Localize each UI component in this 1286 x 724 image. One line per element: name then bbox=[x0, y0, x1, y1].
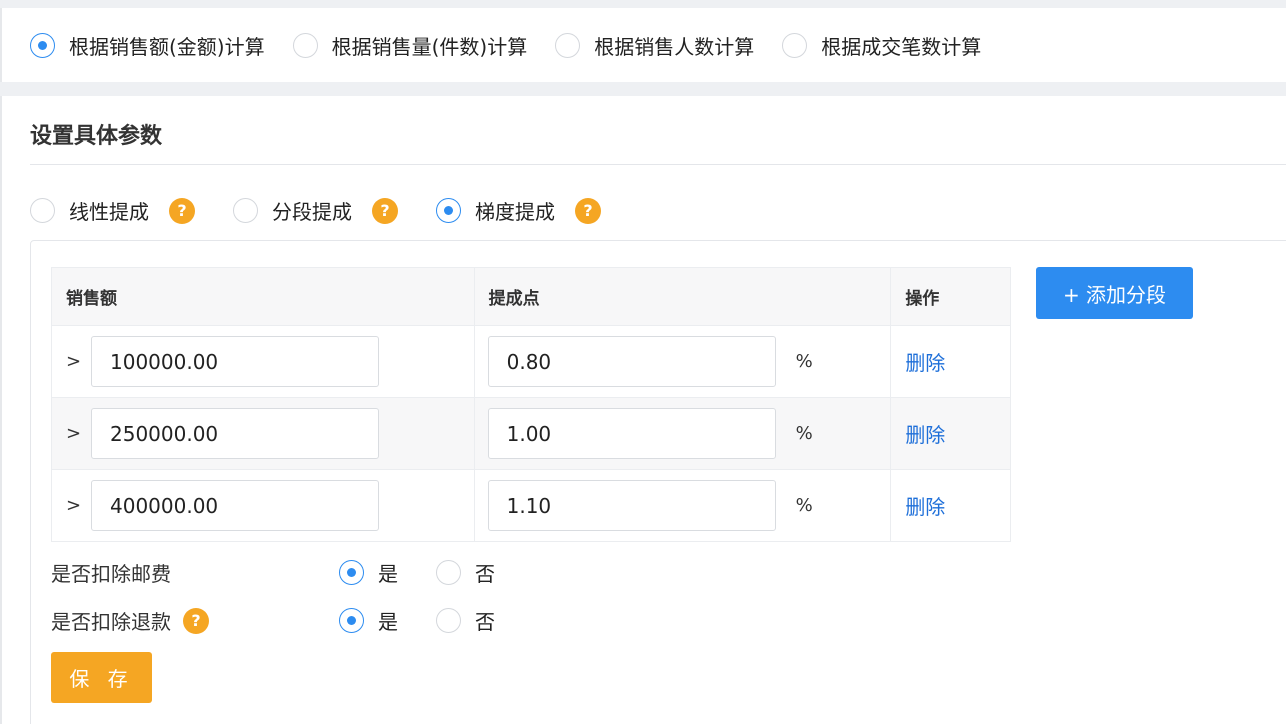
radio-button[interactable] bbox=[782, 32, 808, 58]
column-header-action: 操作 bbox=[890, 267, 1011, 326]
column-header-amount: 销售额 bbox=[51, 267, 475, 326]
help-icon[interactable]: ? bbox=[183, 607, 209, 634]
help-icon[interactable]: ? bbox=[372, 197, 398, 224]
radio-label: 否 bbox=[475, 562, 495, 586]
percent-unit: % bbox=[795, 423, 813, 444]
rate-input[interactable] bbox=[487, 408, 776, 459]
deduct-postage-yes[interactable]: 是 bbox=[339, 558, 398, 587]
delete-link[interactable]: 删除 bbox=[891, 423, 945, 447]
radio-label: 根据销售人数计算 bbox=[594, 34, 755, 59]
percent-unit: % bbox=[795, 351, 813, 372]
calc-by-buyer-count[interactable]: 根据销售人数计算 bbox=[555, 31, 754, 60]
radio-button[interactable] bbox=[436, 608, 461, 633]
save-button[interactable]: 保 存 bbox=[51, 652, 152, 703]
params-panel: 设置具体参数 线性提成 ? 分段提成 ? 梯度提成 ? 销售额 提成点 操作 >… bbox=[0, 96, 1286, 724]
radio-label: 根据销售量(件数)计算 bbox=[331, 34, 528, 59]
radio-label: 是 bbox=[378, 562, 398, 586]
tier-config-box: 销售额 提成点 操作 > % 删除 > bbox=[30, 240, 1286, 724]
table-row: > % 删除 bbox=[51, 397, 1011, 470]
label-text: 是否扣除邮费 bbox=[51, 562, 171, 586]
radio-button[interactable] bbox=[233, 198, 258, 223]
deduct-refund-no[interactable]: 否 bbox=[436, 606, 495, 635]
column-header-rate: 提成点 bbox=[473, 267, 892, 326]
radio-label: 根据成交笔数计算 bbox=[821, 34, 982, 59]
table-row: > % 删除 bbox=[51, 325, 1011, 398]
radio-button[interactable] bbox=[30, 32, 55, 58]
label-text: 是否扣除退款 bbox=[51, 610, 171, 634]
deduct-postage-row: 是否扣除邮费 是 否 bbox=[51, 558, 533, 587]
calc-basis-bar: 根据销售额(金额)计算 根据销售量(件数)计算 根据销售人数计算 根据成交笔数计… bbox=[0, 8, 1286, 82]
radio-button[interactable] bbox=[30, 198, 55, 223]
radio-label: 根据销售额(金额)计算 bbox=[69, 34, 265, 59]
calc-by-order-count[interactable]: 根据成交笔数计算 bbox=[782, 31, 981, 60]
commission-method-group: 线性提成 ? 分段提成 ? 梯度提成 ? bbox=[30, 196, 639, 225]
deduct-postage-no[interactable]: 否 bbox=[436, 558, 495, 587]
deduct-postage-label: 是否扣除邮费 bbox=[51, 558, 339, 587]
method-gradient[interactable]: 梯度提成 bbox=[436, 196, 555, 225]
amount-input[interactable] bbox=[91, 408, 379, 459]
delete-link[interactable]: 删除 bbox=[891, 495, 945, 519]
help-icon[interactable]: ? bbox=[575, 197, 601, 224]
table-header-row: 销售额 提成点 操作 bbox=[51, 267, 1011, 326]
deduct-refund-yes[interactable]: 是 bbox=[339, 606, 398, 635]
deduct-refund-row: 是否扣除退款 ? 是 否 bbox=[51, 606, 533, 635]
radio-button[interactable] bbox=[436, 560, 461, 585]
section-title: 设置具体参数 bbox=[30, 124, 163, 149]
radio-button[interactable] bbox=[339, 608, 364, 633]
radio-button[interactable] bbox=[555, 32, 581, 58]
radio-button[interactable] bbox=[436, 198, 461, 223]
rate-input[interactable] bbox=[487, 336, 776, 387]
table-row: > % 删除 bbox=[51, 469, 1011, 542]
radio-label: 是 bbox=[378, 610, 398, 634]
delete-link[interactable]: 删除 bbox=[891, 351, 945, 375]
rate-input[interactable] bbox=[487, 480, 776, 531]
method-linear[interactable]: 线性提成 bbox=[30, 196, 149, 225]
divider bbox=[30, 164, 1286, 165]
method-segmented[interactable]: 分段提成 bbox=[233, 196, 352, 225]
radio-label: 分段提成 bbox=[272, 200, 352, 224]
help-icon[interactable]: ? bbox=[169, 197, 195, 224]
amount-input[interactable] bbox=[91, 336, 379, 387]
add-segment-button[interactable]: + 添加分段 bbox=[1036, 267, 1193, 319]
radio-button[interactable] bbox=[292, 32, 318, 58]
deduct-refund-label: 是否扣除退款 ? bbox=[51, 606, 339, 635]
radio-label: 线性提成 bbox=[69, 200, 149, 224]
percent-unit: % bbox=[795, 495, 813, 516]
radio-button[interactable] bbox=[339, 560, 364, 585]
radio-label: 否 bbox=[475, 610, 495, 634]
tier-table: 销售额 提成点 操作 > % 删除 > bbox=[51, 267, 1011, 542]
amount-input[interactable] bbox=[91, 480, 379, 531]
radio-label: 梯度提成 bbox=[475, 200, 555, 224]
calc-by-sales-quantity[interactable]: 根据销售量(件数)计算 bbox=[292, 31, 528, 60]
greater-than-sign: > bbox=[66, 423, 82, 444]
calc-by-sales-amount[interactable]: 根据销售额(金额)计算 bbox=[30, 31, 265, 60]
greater-than-sign: > bbox=[66, 351, 82, 372]
greater-than-sign: > bbox=[66, 495, 82, 516]
